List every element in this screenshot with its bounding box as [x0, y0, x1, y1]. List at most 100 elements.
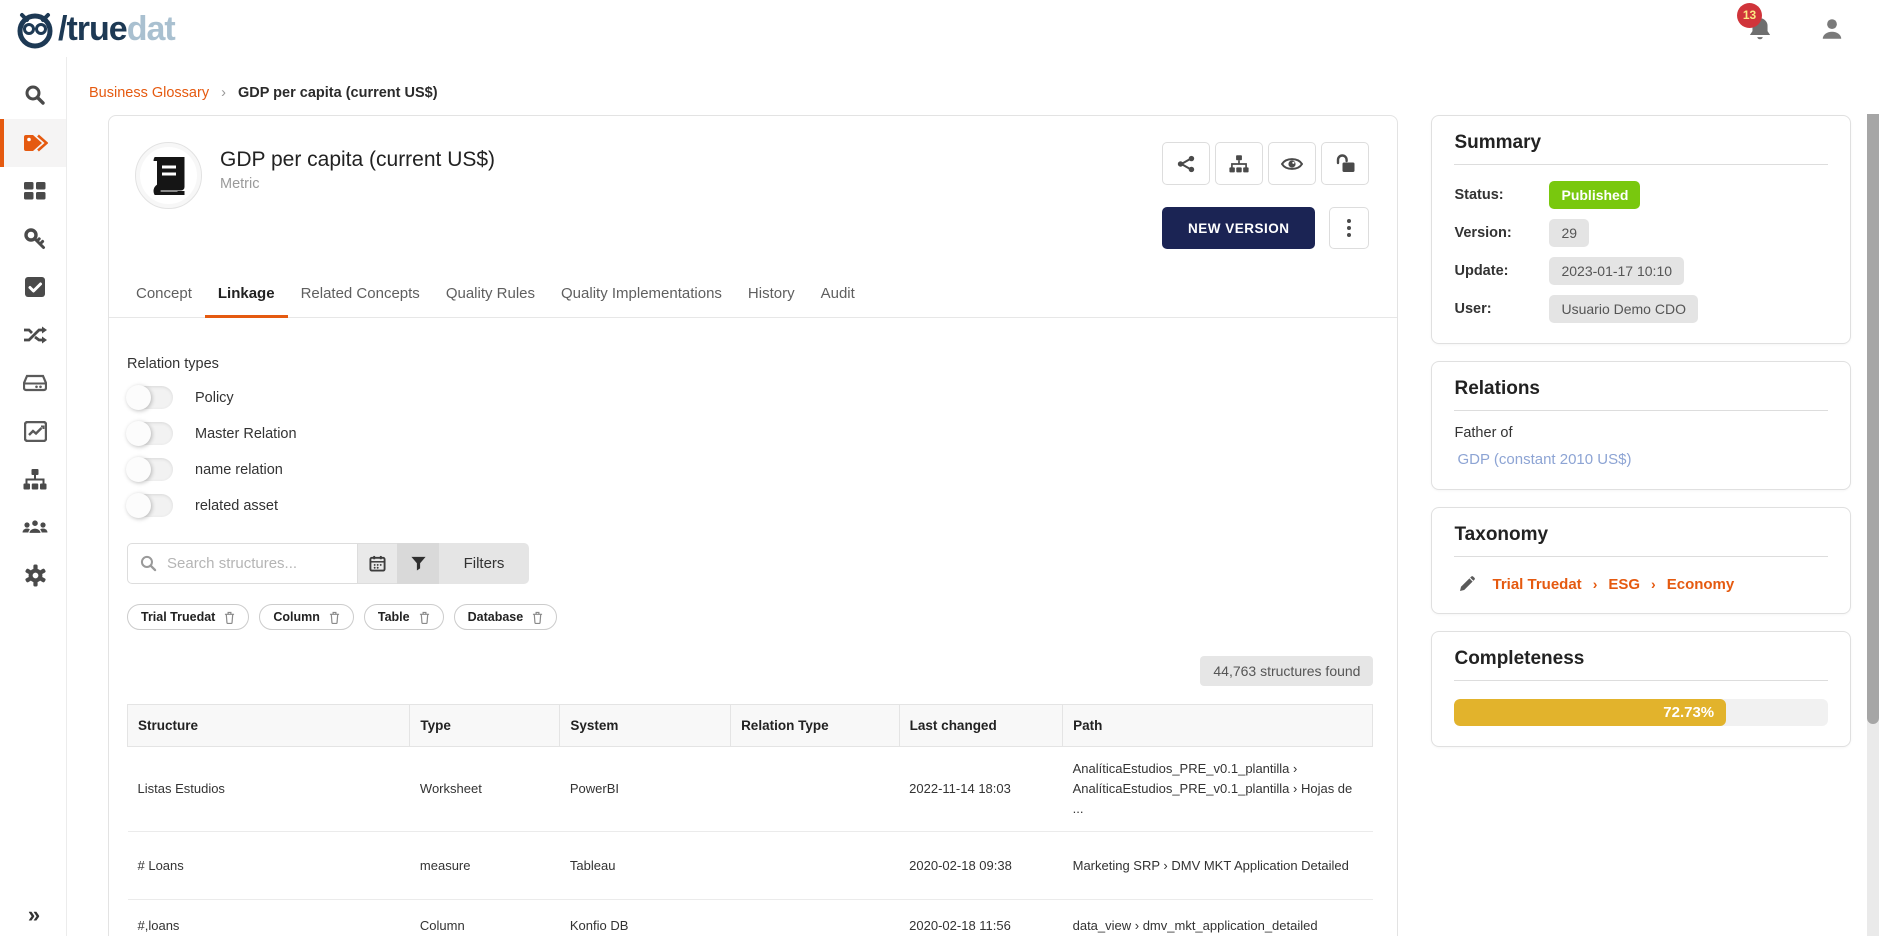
table-row[interactable]: # Loans measure Tableau 2020-02-18 09:38…	[128, 832, 1373, 900]
hierarchy-button[interactable]	[1215, 142, 1263, 185]
completeness-fill: 72.73%	[1454, 699, 1726, 726]
taxonomy-link-leaf[interactable]: Economy	[1667, 576, 1735, 593]
cell-path: data_view › dmv_mkt_application_detailed	[1063, 900, 1373, 936]
unlock-icon	[1334, 154, 1356, 174]
relation-link[interactable]: GDP (constant 2010 US$)	[1457, 451, 1631, 468]
completeness-percent-label: 72.73%	[1663, 704, 1714, 721]
new-version-button[interactable]: NEW VERSION	[1162, 207, 1316, 249]
truedat-logo[interactable]: /truedat	[14, 7, 175, 51]
grid-icon	[24, 181, 46, 201]
users-icon	[22, 518, 48, 536]
scrollbar-thumb[interactable]	[1867, 114, 1879, 724]
filter-funnel-button[interactable]	[397, 543, 439, 584]
completeness-panel: Completeness 72.73%	[1431, 631, 1851, 747]
tab-quality-implementations[interactable]: Quality Implementations	[548, 275, 735, 317]
sidebar-item-quality[interactable]	[0, 263, 66, 311]
toggle-master-relation[interactable]	[127, 422, 173, 445]
taxonomy-link-domain[interactable]: Trial Truedat	[1492, 576, 1581, 593]
structures-table: Structure Type System Relation Type Last…	[127, 704, 1373, 936]
toggle-policy-label: Policy	[195, 390, 234, 406]
more-actions-button[interactable]	[1329, 207, 1369, 249]
cell-last-changed: 2020-02-18 09:38	[899, 832, 1062, 900]
sidebar-item-lineage[interactable]	[0, 311, 66, 359]
table-row[interactable]: #,loans Column Konfio DB 2020-02-18 11:5…	[128, 900, 1373, 936]
cell-structure: Listas Estudios	[128, 747, 410, 832]
structures-found-badge: 44,763 structures found	[1200, 656, 1373, 686]
filter-chip-table[interactable]: Table	[364, 604, 444, 630]
cell-relation-type	[731, 747, 900, 832]
sidebar-item-business-glossary[interactable]	[0, 119, 66, 167]
concept-avatar	[135, 142, 202, 209]
sidebar-item-settings[interactable]	[0, 551, 66, 599]
watch-button[interactable]	[1268, 142, 1316, 185]
column-header-path[interactable]: Path	[1063, 705, 1373, 747]
column-header-last-changed[interactable]: Last changed	[899, 705, 1062, 747]
taxonomy-title: Taxonomy	[1454, 524, 1828, 557]
share-icon	[1176, 154, 1196, 174]
trash-icon[interactable]	[329, 611, 340, 624]
taxonomy-panel: Taxonomy Trial Truedat › ESG ›	[1431, 507, 1851, 614]
notifications-bell[interactable]: 13	[1747, 15, 1773, 43]
sidebar-item-systems[interactable]	[0, 359, 66, 407]
column-header-structure[interactable]: Structure	[128, 705, 410, 747]
breadcrumb-current: GDP per capita (current US$)	[238, 85, 438, 101]
pencil-icon[interactable]	[1458, 575, 1476, 593]
filters-button[interactable]: Filters	[439, 543, 529, 584]
right-panel: Summary Status: Published Version: 29 Up…	[1431, 115, 1851, 747]
tab-related-concepts[interactable]: Related Concepts	[288, 275, 433, 317]
sitemap-icon	[23, 469, 47, 490]
cell-path: AnalíticaEstudios_PRE_v0.1_plantilla › A…	[1063, 747, 1373, 832]
taxonomy-link-subdomain[interactable]: ESG	[1608, 576, 1640, 593]
relations-title: Relations	[1454, 378, 1828, 411]
date-filter-button[interactable]	[357, 543, 397, 584]
toggle-related-asset[interactable]	[127, 494, 173, 517]
filter-chip-trial-truedat[interactable]: Trial Truedat	[127, 604, 249, 630]
completeness-title: Completeness	[1454, 648, 1828, 681]
sidebar-item-insights[interactable]	[0, 407, 66, 455]
column-header-type[interactable]: Type	[410, 705, 560, 747]
trash-icon[interactable]	[532, 611, 543, 624]
cell-last-changed: 2022-11-14 18:03	[899, 747, 1062, 832]
toggle-policy[interactable]	[127, 386, 173, 409]
table-row[interactable]: Listas Estudios Worksheet PowerBI 2022-1…	[128, 747, 1373, 832]
lock-button[interactable]	[1321, 142, 1369, 185]
cell-last-changed: 2020-02-18 11:56	[899, 900, 1062, 936]
trash-icon[interactable]	[224, 611, 235, 624]
trash-icon[interactable]	[419, 611, 430, 624]
search-structures-input[interactable]	[167, 555, 345, 572]
tab-quality-rules[interactable]: Quality Rules	[433, 275, 548, 317]
chevron-right-icon: ›	[1593, 576, 1598, 592]
user-icon	[1819, 16, 1845, 42]
tab-linkage[interactable]: Linkage	[205, 275, 288, 318]
column-header-system[interactable]: System	[560, 705, 731, 747]
user-menu[interactable]	[1819, 16, 1845, 42]
column-header-relation-type[interactable]: Relation Type	[731, 705, 900, 747]
filter-chip-database[interactable]: Database	[454, 604, 558, 630]
tab-concept[interactable]: Concept	[123, 275, 205, 317]
tab-history[interactable]: History	[735, 275, 808, 317]
chip-label: Trial Truedat	[141, 610, 215, 624]
user-label: User:	[1454, 301, 1549, 317]
tab-audit[interactable]: Audit	[808, 275, 868, 317]
toggle-related-asset-label: related asset	[195, 498, 278, 514]
share-button[interactable]	[1162, 142, 1210, 185]
sidebar-item-users[interactable]	[0, 503, 66, 551]
breadcrumb-parent-link[interactable]: Business Glossary	[89, 85, 209, 101]
tags-icon	[22, 132, 48, 154]
sidebar-item-structures[interactable]	[0, 455, 66, 503]
sidebar-item-permissions[interactable]	[0, 215, 66, 263]
sidebar-item-catalog[interactable]	[0, 167, 66, 215]
sidebar-expand-button[interactable]: »	[0, 902, 66, 928]
cell-system: Tableau	[560, 832, 731, 900]
breadcrumb-separator: ›	[221, 85, 226, 101]
completeness-progress-bar: 72.73%	[1454, 699, 1828, 726]
sidebar-item-search[interactable]	[0, 71, 66, 119]
cell-type: Worksheet	[410, 747, 560, 832]
version-badge: 29	[1549, 219, 1589, 247]
filter-chip-column[interactable]: Column	[259, 604, 354, 630]
summary-panel: Summary Status: Published Version: 29 Up…	[1431, 115, 1851, 344]
vertical-scrollbar[interactable]	[1867, 114, 1879, 936]
status-label: Status:	[1454, 187, 1549, 203]
chart-line-icon	[24, 421, 47, 442]
toggle-name-relation[interactable]	[127, 458, 173, 481]
